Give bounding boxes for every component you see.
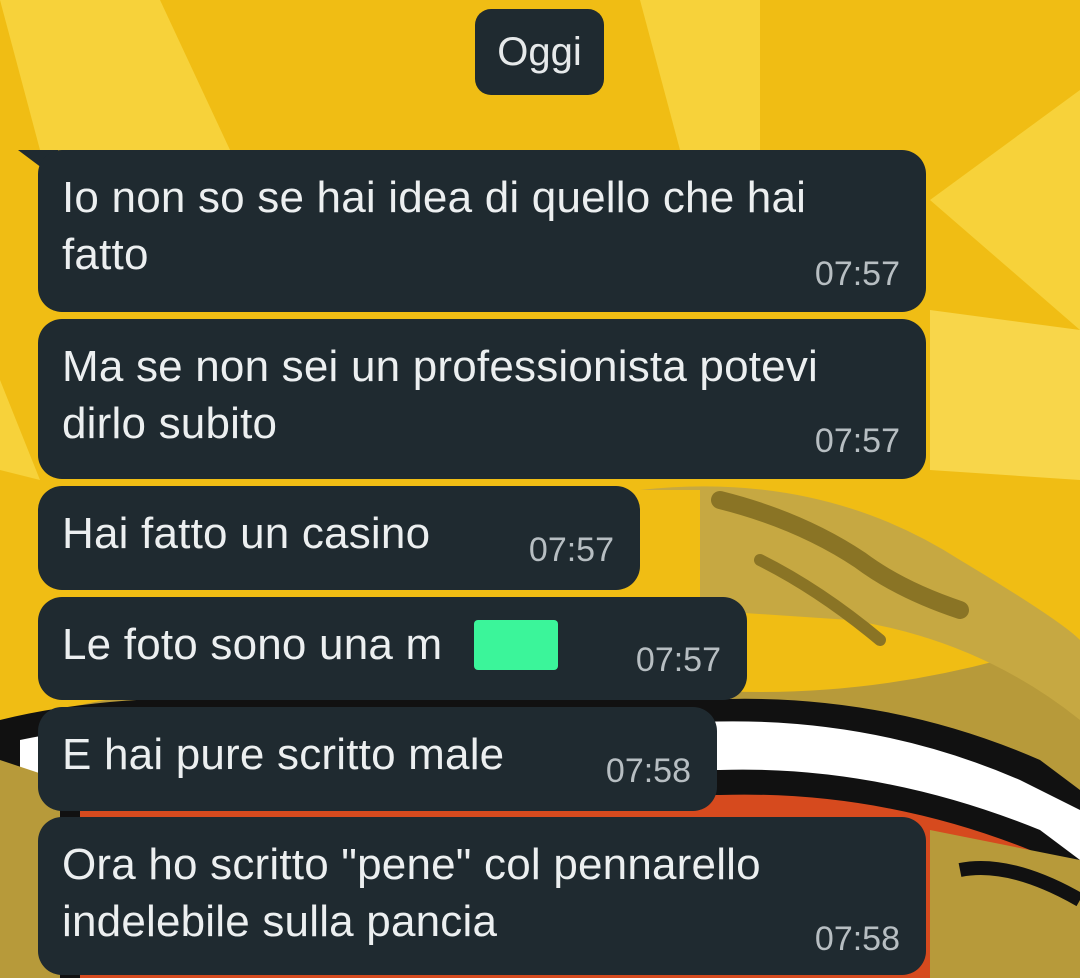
message-text: Io non so se hai idea di quello che hai … [62, 173, 807, 279]
message-timestamp: 07:58 [605, 752, 691, 790]
message-text: E hai pure scritto male [62, 730, 505, 779]
message-text: Ma se non sei un professionista potevi d… [62, 342, 819, 448]
message-text: Hai fatto un casino [62, 509, 431, 558]
date-separator-label: Oggi [497, 29, 582, 74]
incoming-message[interactable]: Hai fatto un casino 07:57 [38, 486, 640, 590]
incoming-message[interactable]: Le foto sono una ma 07:57 [38, 597, 747, 700]
incoming-message[interactable]: Ma se non sei un professionista potevi d… [38, 319, 926, 479]
incoming-message[interactable]: E hai pure scritto male 07:58 [38, 707, 717, 811]
message-timestamp: 07:57 [635, 641, 721, 679]
message-timestamp: 07:58 [814, 920, 900, 958]
message-timestamp: 07:57 [814, 255, 900, 293]
message-timestamp: 07:57 [528, 531, 614, 569]
date-separator-chip: Oggi [475, 9, 604, 95]
redaction-mark [474, 620, 558, 670]
incoming-message[interactable]: Io non so se hai idea di quello che hai … [38, 150, 926, 312]
message-text: Ora ho scritto "pene" col pennarello ind… [62, 840, 761, 946]
incoming-message[interactable]: Ora ho scritto "pene" col pennarello ind… [38, 817, 926, 975]
message-timestamp: 07:57 [814, 422, 900, 460]
message-text: Le foto sono una ma [62, 620, 537, 669]
